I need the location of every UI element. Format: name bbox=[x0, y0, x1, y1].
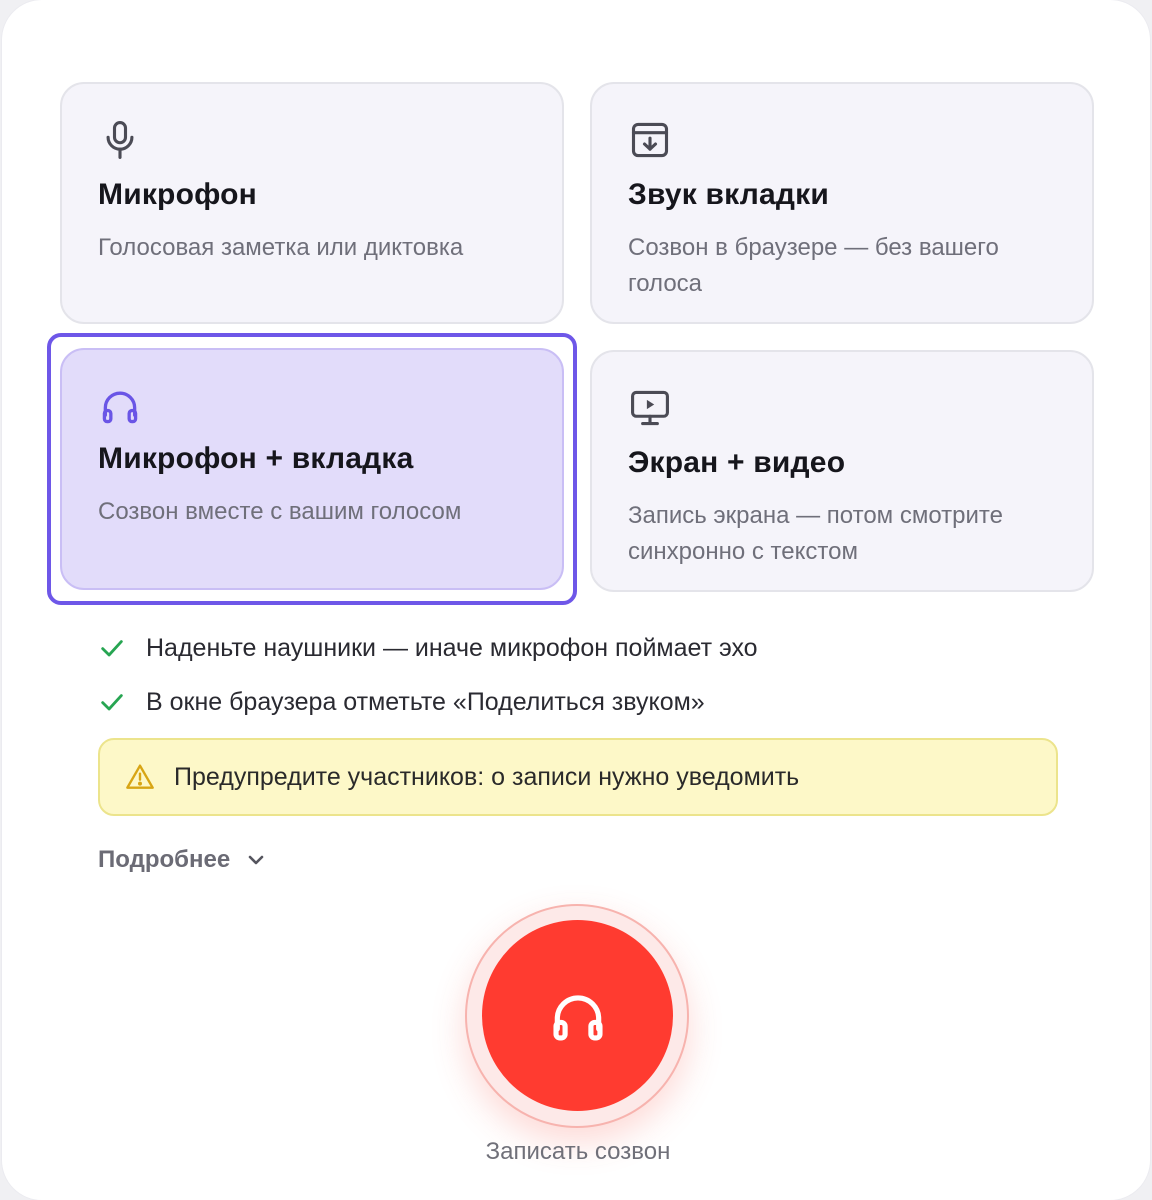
mode-card-mic-plus-tab[interactable]: Микрофон + вкладка Созвон вместе с вашим… bbox=[60, 348, 564, 590]
record-label: Записать созвон bbox=[485, 1138, 671, 1165]
tab-audio-icon bbox=[631, 122, 669, 158]
mode-title: Экран + видео bbox=[628, 446, 846, 479]
warning-banner: Предупредите участников: о записи нужно … bbox=[98, 738, 1058, 816]
warning-text: Предупредите участников: о записи нужно … bbox=[174, 762, 800, 791]
record-call-button[interactable] bbox=[482, 920, 673, 1111]
checkmark-icon bbox=[101, 694, 123, 711]
checklist-text: В окне браузера отметьте «Поделиться зву… bbox=[146, 687, 705, 716]
mode-title: Микрофон bbox=[98, 178, 257, 211]
details-label: Подробнее bbox=[98, 846, 231, 873]
headphones-icon bbox=[102, 391, 138, 424]
warning-triangle-icon bbox=[126, 764, 154, 789]
microphone-icon bbox=[106, 121, 134, 159]
mode-description: Созвон вместе с вашим голосом bbox=[98, 498, 462, 525]
mode-description: Запись экрана — потом смотрите синхронно… bbox=[628, 502, 1003, 565]
mode-title: Звук вкладки bbox=[628, 178, 829, 211]
details-toggle[interactable]: Подробнее bbox=[98, 840, 268, 880]
mode-card-tab-audio[interactable]: Звук вкладки Созвон в браузере — без ваш… bbox=[590, 82, 1094, 324]
mode-card-microphone[interactable]: Микрофон Голосовая заметка или диктовка bbox=[60, 82, 564, 324]
mode-title: Микрофон + вкладка bbox=[98, 442, 414, 475]
monitor-play-icon bbox=[631, 390, 669, 426]
headphones-icon bbox=[552, 994, 603, 1041]
recording-panel: Микрофон Голосовая заметка или диктовка … bbox=[2, 0, 1150, 1200]
checkmark-icon bbox=[101, 640, 123, 657]
chevron-down-icon bbox=[248, 855, 264, 865]
mode-card-screen-video[interactable]: Экран + видео Запись экрана — потом смот… bbox=[590, 350, 1094, 592]
checklist-item: Наденьте наушники — иначе микрофон пойма… bbox=[98, 630, 758, 666]
checklist-text: Наденьте наушники — иначе микрофон пойма… bbox=[146, 633, 758, 662]
mode-description: Голосовая заметка или диктовка bbox=[98, 234, 464, 261]
mode-description: Созвон в браузере — без вашего голоса bbox=[628, 234, 999, 297]
checklist-item: В окне браузера отметьте «Поделиться зву… bbox=[98, 684, 705, 720]
